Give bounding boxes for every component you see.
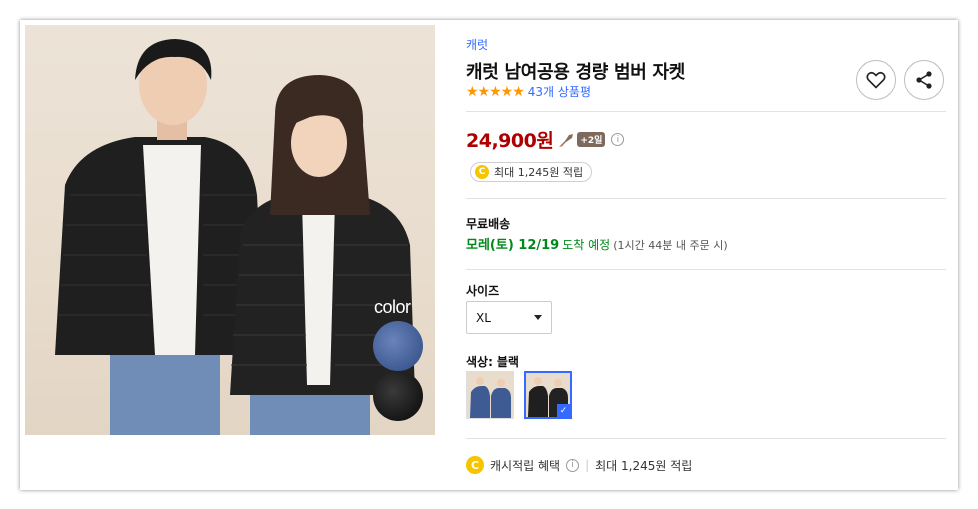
color-swatch-black (373, 371, 423, 421)
shipping-label: 무료배송 (466, 217, 511, 231)
size-label: 사이즈 (466, 284, 500, 298)
divider (466, 269, 946, 270)
size-value: XL (476, 310, 491, 325)
rocket-days: +2일 (577, 132, 606, 147)
share-icon (916, 71, 932, 89)
heart-icon (866, 71, 886, 89)
rocket-delivery-badge: +2일 (559, 132, 606, 147)
color-value: 블랙 (496, 355, 519, 369)
color-option-navy[interactable] (466, 371, 514, 419)
shipping-status: 도착 예정 (562, 238, 611, 252)
color-option-black[interactable]: ✓ (524, 371, 572, 419)
coin-icon: C (475, 165, 489, 179)
divider (466, 198, 946, 199)
check-icon: ✓ (557, 404, 570, 417)
rocket-icon (559, 133, 574, 147)
price-row: 24,900원 +2일 i (466, 126, 625, 153)
color-label-text: 색상: (466, 355, 493, 369)
divider (466, 438, 946, 439)
price: 24,900원 (466, 130, 554, 152)
cash-benefit-amount: 최대 1,245원 적립 (595, 458, 693, 473)
shipping-date: 모레(토) 12/19 (466, 238, 560, 253)
cashback-pill: C 최대 1,245원 적립 (470, 162, 593, 182)
shipping-row: 모레(토) 12/19 도착 예정 (1시간 44분 내 주문 시) (466, 234, 728, 253)
product-card: color 캐럿 캐럿 남여공용 경량 범버 자켓 ★★★★★ 43개 상품평 (20, 20, 958, 490)
size-select[interactable]: XL (466, 301, 552, 334)
chevron-down-icon (534, 315, 542, 320)
cashback-text: 최대 1,245원 적립 (494, 166, 584, 179)
color-options: ✓ (466, 371, 572, 419)
info-icon[interactable]: i (611, 133, 625, 146)
review-count-link[interactable]: 43개 상품평 (528, 83, 591, 100)
product-title: 캐럿 남여공용 경량 범버 자켓 (466, 62, 685, 83)
rating-row: ★★★★★ 43개 상품평 (466, 83, 591, 100)
product-image[interactable]: color (25, 25, 435, 435)
color-swatch-navy (373, 321, 423, 371)
cash-benefit-label: 캐시적립 혜택 (490, 458, 561, 473)
models-illustration (55, 39, 415, 435)
divider (466, 111, 946, 112)
color-overlay-text: color (374, 297, 411, 317)
color-label: 색상: 블랙 (466, 353, 519, 370)
cash-benefit-row: C 캐시적립 혜택 i | 최대 1,245원 적립 (466, 456, 692, 474)
share-button[interactable] (904, 60, 944, 100)
info-icon[interactable]: i (566, 458, 580, 472)
coin-icon: C (466, 456, 484, 474)
rating-stars: ★★★★★ (466, 83, 525, 100)
like-button[interactable] (856, 60, 896, 100)
separator: | (585, 458, 590, 472)
shipping-note: (1시간 44분 내 주문 시) (613, 239, 728, 252)
brand-link[interactable]: 캐럿 (466, 36, 488, 53)
product-info-panel: 캐럿 캐럿 남여공용 경량 범버 자켓 ★★★★★ 43개 상품평 24,900… (466, 20, 946, 490)
navy-jacket-thumbnail (467, 372, 513, 418)
